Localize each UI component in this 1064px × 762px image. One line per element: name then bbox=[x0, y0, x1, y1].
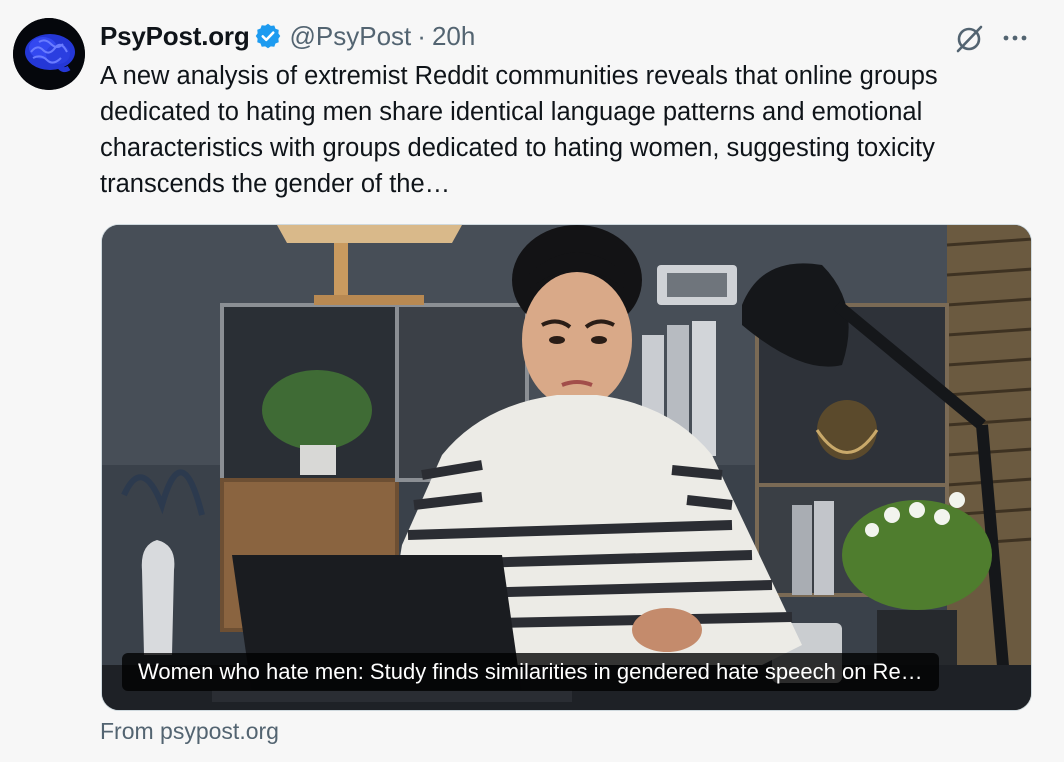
verified-badge-icon[interactable] bbox=[254, 22, 282, 50]
separator: · bbox=[417, 20, 426, 51]
timestamp[interactable]: 20h bbox=[432, 21, 475, 52]
more-options-icon[interactable] bbox=[1000, 26, 1030, 50]
source-link[interactable]: From psypost.org bbox=[100, 718, 279, 745]
card-title: Women who hate men: Study finds similari… bbox=[122, 653, 939, 691]
grok-icon[interactable] bbox=[952, 22, 986, 56]
card-image bbox=[102, 225, 1031, 710]
tweet-header: PsyPost.org @PsyPost · 20h bbox=[100, 20, 475, 52]
handle[interactable]: @PsyPost bbox=[290, 21, 412, 52]
brain-logo-icon bbox=[13, 18, 85, 90]
link-card[interactable]: Women who hate men: Study finds similari… bbox=[101, 224, 1032, 711]
tweet-text: A new analysis of extremist Reddit commu… bbox=[100, 62, 938, 198]
avatar[interactable] bbox=[13, 18, 85, 90]
display-name[interactable]: PsyPost.org bbox=[100, 21, 250, 52]
